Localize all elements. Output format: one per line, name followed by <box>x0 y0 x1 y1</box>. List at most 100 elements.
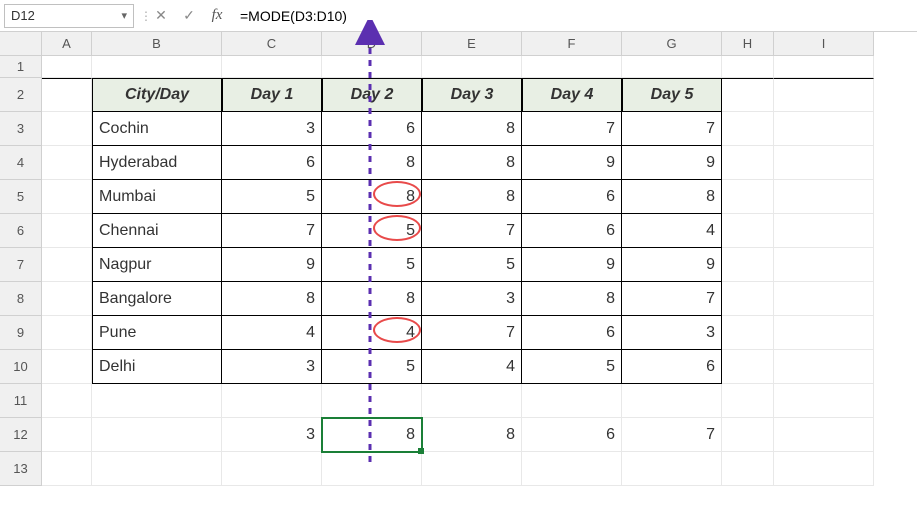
cell[interactable]: 7 <box>622 112 722 146</box>
cell[interactable]: 3 <box>422 282 522 316</box>
cell[interactable] <box>722 214 774 248</box>
cell[interactable] <box>222 384 322 418</box>
cell[interactable] <box>722 384 774 418</box>
row-header-10[interactable]: 10 <box>0 350 42 384</box>
cell[interactable] <box>422 384 522 418</box>
cell[interactable]: 9 <box>522 146 622 180</box>
cell[interactable] <box>722 112 774 146</box>
cell[interactable] <box>774 56 874 78</box>
cell[interactable]: 4 <box>322 316 422 350</box>
accept-icon[interactable]: ✓ <box>178 5 200 27</box>
cell[interactable] <box>722 452 774 486</box>
cell[interactable]: 3 <box>222 350 322 384</box>
cell[interactable]: 3 <box>222 112 322 146</box>
row-header-11[interactable]: 11 <box>0 384 42 418</box>
cell[interactable] <box>222 56 322 78</box>
cell[interactable] <box>622 384 722 418</box>
cell[interactable]: Nagpur <box>92 248 222 282</box>
cell[interactable] <box>222 452 322 486</box>
row-header-5[interactable]: 5 <box>0 180 42 214</box>
fx-icon[interactable]: fx <box>206 5 228 27</box>
cell[interactable] <box>42 78 92 112</box>
cell[interactable] <box>42 384 92 418</box>
cell[interactable]: City/Day <box>92 78 222 112</box>
cell[interactable] <box>774 248 874 282</box>
cell[interactable]: 8 <box>522 282 622 316</box>
cells-area[interactable]: City/DayDay 1Day 2Day 3Day 4Day 5Cochin3… <box>42 56 874 486</box>
cell[interactable] <box>722 146 774 180</box>
cell[interactable] <box>322 452 422 486</box>
col-header-C[interactable]: C <box>222 32 322 56</box>
cell[interactable]: Bangalore <box>92 282 222 316</box>
cell[interactable] <box>422 56 522 78</box>
formula-input[interactable] <box>234 4 913 28</box>
cell[interactable]: 5 <box>522 350 622 384</box>
cell[interactable] <box>774 78 874 112</box>
cell[interactable] <box>774 146 874 180</box>
cell[interactable]: 9 <box>622 248 722 282</box>
cell[interactable]: 6 <box>522 316 622 350</box>
select-all-corner[interactable] <box>0 32 42 56</box>
cell[interactable]: 8 <box>422 146 522 180</box>
cell[interactable] <box>42 418 92 452</box>
cell[interactable]: 4 <box>622 214 722 248</box>
cell[interactable] <box>722 282 774 316</box>
cell[interactable] <box>722 316 774 350</box>
cell[interactable] <box>42 248 92 282</box>
cell[interactable]: 8 <box>322 180 422 214</box>
fill-handle[interactable] <box>418 448 424 454</box>
cell[interactable]: Day 1 <box>222 78 322 112</box>
cell[interactable]: 9 <box>522 248 622 282</box>
cell[interactable]: 8 <box>322 418 422 452</box>
row-header-12[interactable]: 12 <box>0 418 42 452</box>
cell[interactable]: 6 <box>522 180 622 214</box>
cell[interactable] <box>42 112 92 146</box>
cell[interactable] <box>774 452 874 486</box>
cell[interactable]: 9 <box>222 248 322 282</box>
row-header-9[interactable]: 9 <box>0 316 42 350</box>
cell[interactable]: Day 4 <box>522 78 622 112</box>
cell[interactable] <box>774 214 874 248</box>
cell[interactable] <box>774 180 874 214</box>
cell[interactable] <box>42 214 92 248</box>
cell[interactable] <box>722 248 774 282</box>
row-header-4[interactable]: 4 <box>0 146 42 180</box>
cell[interactable]: 6 <box>322 112 422 146</box>
cell[interactable]: 6 <box>222 146 322 180</box>
cell[interactable] <box>92 452 222 486</box>
cell[interactable]: 5 <box>322 214 422 248</box>
cell[interactable] <box>722 418 774 452</box>
cell[interactable]: 8 <box>622 180 722 214</box>
cell[interactable] <box>42 180 92 214</box>
cell[interactable] <box>322 56 422 78</box>
cell[interactable]: 8 <box>422 180 522 214</box>
cell[interactable] <box>422 452 522 486</box>
col-header-G[interactable]: G <box>622 32 722 56</box>
cell[interactable]: Chennai <box>92 214 222 248</box>
col-header-I[interactable]: I <box>774 32 874 56</box>
row-header-7[interactable]: 7 <box>0 248 42 282</box>
cell[interactable] <box>722 180 774 214</box>
cell[interactable] <box>92 384 222 418</box>
cell[interactable]: 8 <box>422 418 522 452</box>
cell[interactable]: 8 <box>322 282 422 316</box>
cell[interactable] <box>42 146 92 180</box>
row-header-1[interactable]: 1 <box>0 56 42 78</box>
cell[interactable]: Delhi <box>92 350 222 384</box>
cell[interactable] <box>42 282 92 316</box>
col-header-E[interactable]: E <box>422 32 522 56</box>
cell[interactable] <box>522 56 622 78</box>
cell[interactable]: 4 <box>422 350 522 384</box>
cell[interactable]: 9 <box>622 146 722 180</box>
cell[interactable]: 5 <box>322 248 422 282</box>
cell[interactable] <box>722 350 774 384</box>
cell[interactable]: 7 <box>522 112 622 146</box>
col-header-F[interactable]: F <box>522 32 622 56</box>
col-header-B[interactable]: B <box>92 32 222 56</box>
col-header-D[interactable]: D <box>322 32 422 56</box>
col-header-H[interactable]: H <box>722 32 774 56</box>
cell[interactable]: Day 3 <box>422 78 522 112</box>
cell[interactable] <box>622 452 722 486</box>
row-header-8[interactable]: 8 <box>0 282 42 316</box>
row-header-6[interactable]: 6 <box>0 214 42 248</box>
